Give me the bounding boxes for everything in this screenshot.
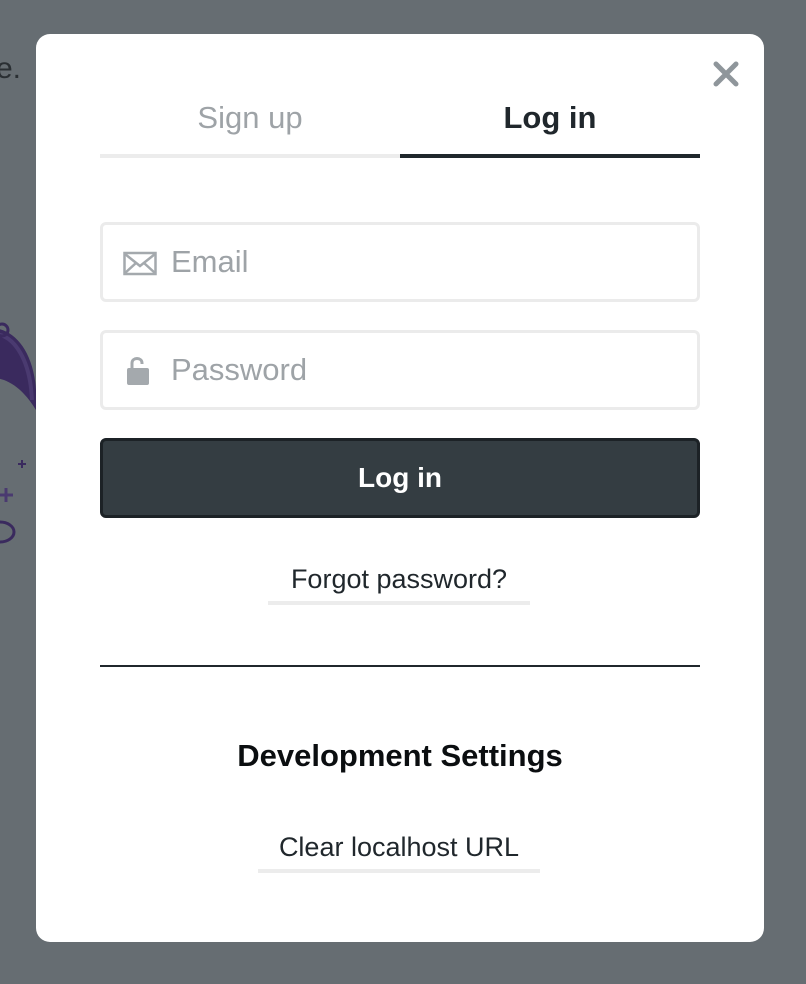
backdrop-text: e.	[0, 52, 22, 85]
envelope-icon	[123, 251, 157, 276]
email-input[interactable]	[171, 225, 681, 299]
backdrop-illustration	[0, 322, 37, 544]
password-field[interactable]	[100, 330, 700, 410]
password-input[interactable]	[171, 333, 681, 407]
auth-modal: Sign up Log in Log in Forgot password? D…	[36, 34, 764, 942]
login-button[interactable]: Log in	[100, 438, 700, 518]
clear-localhost-url-link[interactable]: Clear localhost URL	[258, 832, 540, 873]
lock-icon	[127, 357, 149, 385]
dev-settings-heading: Development Settings	[237, 738, 563, 773]
tab-sign-up[interactable]: Sign up	[100, 90, 400, 158]
close-button[interactable]	[710, 58, 742, 90]
auth-tabs: Sign up Log in	[100, 90, 700, 158]
divider	[100, 665, 700, 667]
tab-log-in[interactable]: Log in	[400, 90, 700, 158]
close-icon	[713, 61, 739, 87]
forgot-password-link[interactable]: Forgot password?	[268, 564, 530, 605]
email-field[interactable]	[100, 222, 700, 302]
